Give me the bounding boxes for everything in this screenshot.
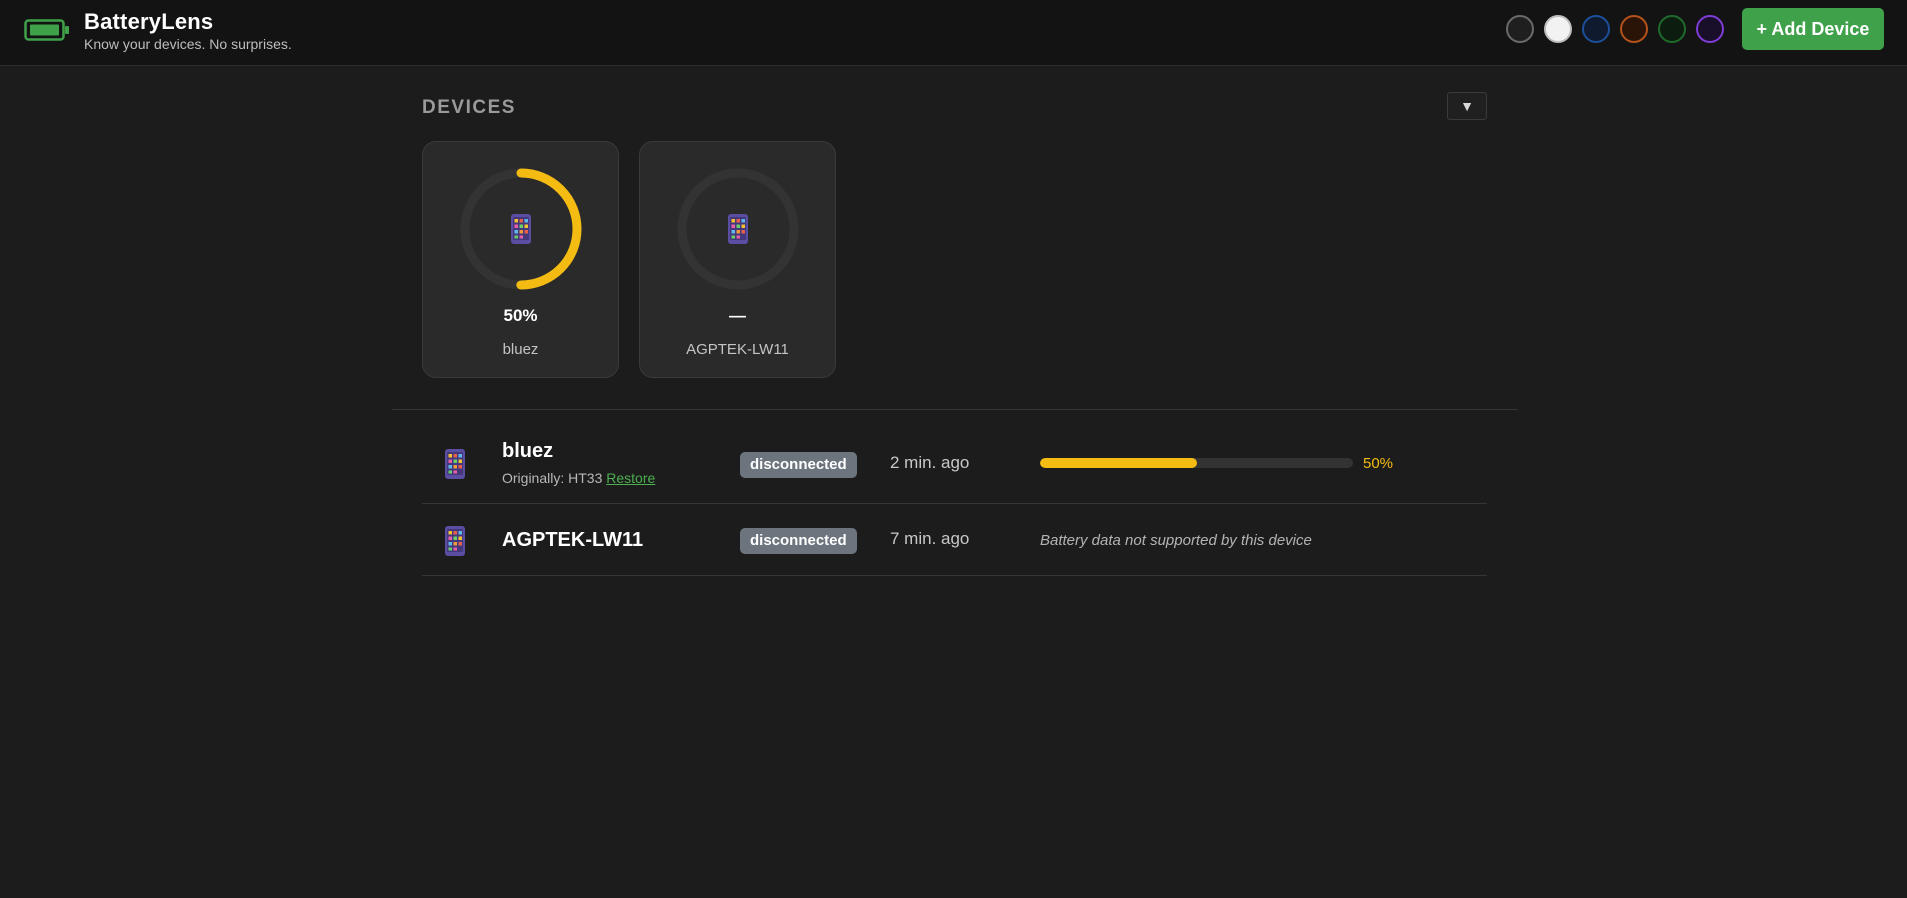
battery-percent-text: 50% — [1363, 455, 1394, 472]
theme-swatch-4[interactable] — [1620, 15, 1648, 43]
status-badge: disconnected — [740, 452, 857, 478]
device-card-agptek-lw11[interactable]: — AGPTEK-LW11 — [639, 141, 836, 378]
device-row-agptek-lw11[interactable]: AGPTEK-LW11 disconnected 7 min. ago Batt… — [422, 504, 1487, 576]
mobile-phone-icon — [445, 526, 465, 556]
theme-swatch-6[interactable] — [1696, 15, 1724, 43]
app-tagline: Know your devices. No surprises. — [84, 36, 292, 52]
battery-bar — [1040, 458, 1353, 468]
section-divider — [392, 409, 1518, 410]
theme-swatch-2[interactable] — [1544, 15, 1572, 43]
device-card-name: AGPTEK-LW11 — [686, 341, 789, 358]
restore-link[interactable]: Restore — [606, 470, 655, 486]
devices-section-title: DEVICES — [422, 97, 516, 118]
battery-unsupported-note: Battery data not supported by this devic… — [1040, 532, 1312, 549]
battery-bar-fill — [1040, 458, 1197, 468]
original-name-text: Originally: HT33 — [502, 470, 603, 486]
mobile-phone-icon — [511, 214, 531, 244]
last-seen-text: 2 min. ago — [890, 453, 970, 472]
device-name: bluez — [502, 440, 554, 462]
status-badge: disconnected — [740, 528, 857, 554]
original-name: Originally: HT33 Restore — [502, 470, 655, 486]
mobile-phone-icon — [728, 214, 748, 244]
device-name: AGPTEK-LW11 — [502, 529, 644, 551]
battery-logo-icon — [24, 19, 69, 41]
theme-swatch-3[interactable] — [1582, 15, 1610, 43]
app-title: BatteryLens — [84, 9, 214, 34]
collapse-toggle-button[interactable]: ▼ — [1447, 92, 1487, 120]
last-seen-text: 7 min. ago — [890, 529, 970, 548]
app-header: BatteryLens Know your devices. No surpri… — [0, 0, 1907, 66]
battery-level-text: 50% — [503, 306, 538, 325]
device-row-bluez[interactable]: bluez Originally: HT33 Restore disconnec… — [422, 424, 1487, 504]
mobile-phone-icon — [445, 449, 465, 479]
device-card-bluez[interactable]: 50% bluez — [422, 141, 619, 378]
device-card-name: bluez — [502, 341, 539, 358]
theme-swatch-5[interactable] — [1658, 15, 1686, 43]
add-device-button[interactable]: + Add Device — [1742, 8, 1884, 50]
theme-swatch-1[interactable] — [1506, 15, 1534, 43]
battery-level-text: — — [729, 306, 746, 325]
